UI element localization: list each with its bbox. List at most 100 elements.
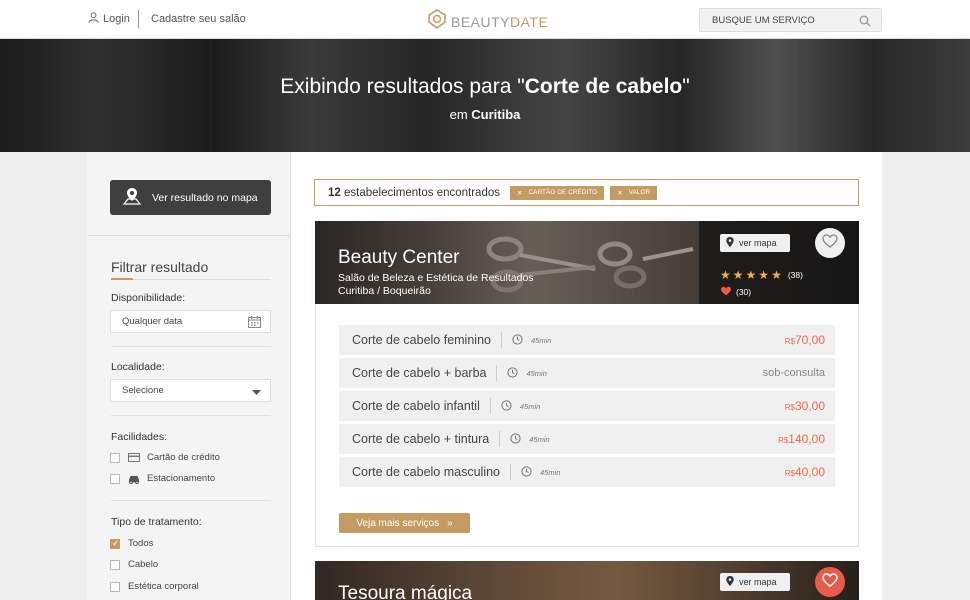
- results-summary-bar: 12 estabelecimentos encontrados ✕ Cartão…: [314, 179, 859, 206]
- service-name: Corte de cabelo feminino: [352, 333, 491, 347]
- user-icon: [88, 12, 99, 26]
- location-value: Selecione: [122, 385, 164, 396]
- favorites-count: (30): [736, 287, 752, 297]
- map-icon: [122, 186, 142, 209]
- availability-label: Disponibilidade:: [111, 292, 186, 304]
- divider: [111, 346, 271, 347]
- login-link[interactable]: Login: [88, 12, 130, 26]
- clock-icon: [521, 465, 532, 479]
- star-icon: ★: [771, 268, 782, 282]
- top-bar: Login Cadastre seu salão BEAUTY DATE: [0, 0, 970, 39]
- logo[interactable]: BEAUTY DATE: [428, 9, 548, 34]
- checkbox[interactable]: [110, 559, 120, 570]
- salon-location: Curitiba / Boqueirão: [338, 285, 431, 297]
- filter-chip-credit-card[interactable]: ✕ Cartão de crédito: [510, 185, 605, 200]
- sidebar-divider: [88, 235, 291, 236]
- favorite-button[interactable]: [815, 228, 845, 258]
- double-chevron-right-icon: »: [447, 517, 453, 529]
- sidebar: [87, 152, 291, 600]
- star-icon: ★: [720, 268, 731, 282]
- treatment-type-label: Tipo de tratamento:: [111, 516, 202, 528]
- treatment-body-aesthetics-checkbox[interactable]: Estética corporal: [110, 581, 199, 592]
- checkbox-checked[interactable]: [110, 538, 120, 549]
- service-price: R$40,00: [784, 465, 825, 479]
- service-name: Corte de cabelo + tintura: [352, 432, 490, 446]
- facility-label: Estacionamento: [147, 473, 216, 484]
- checkbox[interactable]: [110, 452, 120, 463]
- service-name: Corte de cabelo infantil: [352, 399, 480, 413]
- logo-icon: [428, 9, 446, 34]
- close-icon[interactable]: ✕: [617, 189, 622, 197]
- service-duration: 45min: [510, 432, 550, 446]
- calendar-icon[interactable]: [248, 316, 261, 331]
- clock-icon: [501, 399, 512, 413]
- clock-icon: [507, 366, 519, 380]
- checkbox[interactable]: [110, 473, 120, 484]
- service-name: Corte de cabelo + barba: [352, 366, 487, 380]
- salon-view-map-button[interactable]: ver mapa: [720, 573, 790, 591]
- view-map-label: Ver resultado no mapa: [152, 191, 258, 204]
- salon-name[interactable]: Beauty Center: [338, 247, 459, 269]
- map-pin-icon: [726, 576, 734, 588]
- star-icon: ★: [745, 268, 757, 282]
- heart-icon: [720, 286, 732, 298]
- location-select[interactable]: Selecione: [110, 379, 271, 402]
- see-more-services-button[interactable]: Veja mais serviços »: [339, 513, 470, 533]
- hero-query: Corte de cabelo: [524, 75, 683, 98]
- service-row[interactable]: Corte de cabelo + tintura 45min R$140,00: [339, 424, 835, 454]
- view-map-button[interactable]: Ver resultado no mapa: [110, 180, 271, 215]
- service-price: R$70,00: [784, 333, 825, 347]
- service-row[interactable]: Corte de cabelo feminino 45min R$70,00: [339, 325, 835, 355]
- register-salon-link[interactable]: Cadastre seu salão: [151, 13, 246, 25]
- favorite-button[interactable]: [815, 567, 845, 597]
- salon-card-header[interactable]: Beauty Center Salão de Beleza e Estética…: [315, 221, 859, 304]
- service-price: sob-consulta: [762, 367, 825, 379]
- treatment-label: Cabelo: [128, 559, 159, 570]
- service-name: Corte de cabelo masculino: [352, 465, 500, 479]
- star-icon: ★: [732, 268, 744, 282]
- logo-text-beauty: BEAUTY: [451, 13, 511, 30]
- treatment-label: Todos: [128, 538, 154, 549]
- treatment-label: Estética corporal: [128, 581, 199, 592]
- star-icon: ★: [758, 268, 770, 282]
- treatment-hair-checkbox[interactable]: Cabelo: [110, 559, 158, 570]
- facility-parking-checkbox[interactable]: Estacionamento: [110, 473, 215, 484]
- results-count: 12 estabelecimentos encontrados: [328, 186, 500, 199]
- filter-chip-price[interactable]: ✕ Valor: [610, 185, 658, 200]
- search-box: [699, 8, 882, 32]
- checkbox[interactable]: [110, 581, 120, 592]
- filter-title: Filtrar resultado: [111, 259, 209, 275]
- map-pin-icon: [726, 237, 734, 249]
- service-price: R$140,00: [778, 432, 825, 446]
- service-duration: 45min: [501, 399, 540, 413]
- salon-card-header[interactable]: Tesoura mágica ver mapa: [315, 561, 859, 600]
- search-input[interactable]: [700, 9, 850, 31]
- heart-outline-icon: [822, 233, 838, 253]
- heart-icon: [822, 572, 838, 592]
- salon-name[interactable]: Tesoura mágica: [338, 583, 472, 600]
- salon-view-map-button[interactable]: ver mapa: [720, 234, 790, 252]
- logo-text-date: DATE: [510, 13, 549, 30]
- close-icon[interactable]: ✕: [517, 189, 522, 197]
- search-icon[interactable]: [859, 14, 871, 32]
- availability-date-field[interactable]: Qualquer data: [110, 310, 271, 333]
- facility-credit-card-checkbox[interactable]: Cartão de crédito: [110, 452, 220, 463]
- service-duration: 45min: [507, 366, 547, 380]
- hero-banner: Exibindo resultados para "Corte de cabel…: [0, 39, 970, 152]
- facilities-label: Facilidades:: [111, 431, 168, 443]
- service-duration: 45min: [512, 333, 551, 347]
- service-row[interactable]: Corte de cabelo infantil 45min R$30,00: [339, 391, 835, 421]
- treatment-all-checkbox[interactable]: Todos: [110, 538, 153, 549]
- service-price: R$30,00: [784, 399, 825, 413]
- availability-value: Qualquer data: [122, 316, 183, 327]
- chevron-down-icon: [252, 388, 261, 399]
- login-label: Login: [103, 13, 130, 25]
- service-row[interactable]: Corte de cabelo masculino 45min R$40,00: [339, 457, 835, 487]
- service-row[interactable]: Corte de cabelo + barba 45min sob-consul…: [339, 358, 835, 388]
- filter-title-underline: [111, 278, 271, 280]
- hero-subtitle: em Curitiba: [449, 107, 521, 122]
- favorites-count-row: (30): [720, 286, 751, 298]
- rating-count: (38): [787, 270, 803, 280]
- service-duration: 45min: [521, 465, 560, 479]
- car-icon: [128, 474, 142, 484]
